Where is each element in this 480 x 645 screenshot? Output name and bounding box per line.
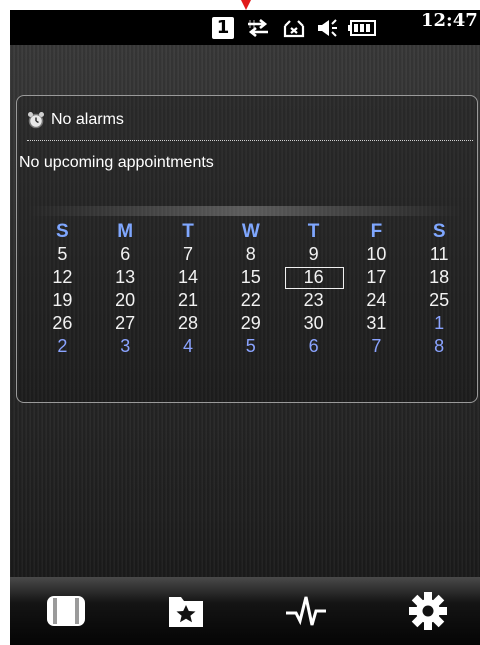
calendar-day-today[interactable]: 16: [282, 266, 345, 289]
calendar-day-next-month[interactable]: 6: [282, 335, 345, 358]
calendar-week: 26 27 28 29 30 31 1: [31, 312, 471, 335]
calendar-divider: [27, 206, 463, 216]
calendar-day[interactable]: 12: [31, 266, 94, 289]
weekday-label: S: [56, 221, 69, 242]
favorites-icon: [169, 597, 203, 627]
cards-button[interactable]: [16, 577, 116, 645]
alarm-text: No alarms: [51, 111, 124, 128]
today-panel[interactable]: No alarms No upcoming appointments S M T…: [16, 95, 478, 403]
calendar-day[interactable]: 26: [31, 312, 94, 335]
calendar-day[interactable]: 15: [219, 266, 282, 289]
calendar-day[interactable]: 13: [94, 266, 157, 289]
weekday-label: W: [241, 221, 260, 242]
calendar-day[interactable]: 6: [94, 243, 157, 266]
calendar-day[interactable]: 28: [157, 312, 220, 335]
calendar-day[interactable]: 31: [345, 312, 408, 335]
settings-button[interactable]: [378, 577, 478, 645]
calendar-day-next-month[interactable]: 3: [94, 335, 157, 358]
sim-badge: 1: [208, 10, 238, 45]
top-marker-arrow: [241, 0, 251, 10]
calendar-day[interactable]: 18: [408, 266, 471, 289]
calendar-day[interactable]: 30: [282, 312, 345, 335]
calendar-day-next-month[interactable]: 8: [408, 335, 471, 358]
calendar-day[interactable]: 5: [31, 243, 94, 266]
pulse-button[interactable]: [256, 577, 356, 645]
calendar-day[interactable]: 25: [408, 289, 471, 312]
calendar-day[interactable]: 7: [157, 243, 220, 266]
calendar-day-next-month[interactable]: 4: [157, 335, 220, 358]
calendar-day-next-month[interactable]: 2: [31, 335, 94, 358]
calendar-day[interactable]: 8: [219, 243, 282, 266]
calendar-day[interactable]: 9: [282, 243, 345, 266]
inbox-icon: [283, 20, 305, 38]
calendar-day[interactable]: 23: [282, 289, 345, 312]
settings-gear-icon: [409, 592, 447, 630]
calendar-day[interactable]: 29: [219, 312, 282, 335]
calendar-day-next-month[interactable]: 1: [408, 312, 471, 335]
calendar-day[interactable]: 11: [408, 243, 471, 266]
calendar-day-next-month[interactable]: 5: [219, 335, 282, 358]
calendar-day[interactable]: 27: [94, 312, 157, 335]
sim-badge-label: 1: [212, 16, 234, 39]
sync-arrows-icon: [248, 18, 268, 38]
appointments-text[interactable]: No upcoming appointments: [19, 154, 214, 172]
weekday-label: M: [117, 221, 134, 242]
calendar-day[interactable]: 22: [219, 289, 282, 312]
calendar-day[interactable]: 21: [157, 289, 220, 312]
calendar-week: 5 6 7 8 9 10 11: [31, 243, 471, 266]
phone-screen: 1 12:47 No alarms No upcoming appointmen…: [10, 10, 480, 645]
calendar-day[interactable]: 20: [94, 289, 157, 312]
battery-icon: [348, 20, 376, 36]
calendar-day[interactable]: 17: [345, 266, 408, 289]
pulse-icon: [286, 596, 326, 626]
status-bar[interactable]: 1 12:47: [10, 10, 480, 45]
calendar-day-next-month[interactable]: 7: [345, 335, 408, 358]
calendar-day[interactable]: 19: [31, 289, 94, 312]
calendar-week: 19 20 21 22 23 24 25: [31, 289, 471, 312]
alarm-row[interactable]: No alarms: [27, 108, 124, 132]
calendar-week: 12 13 14 15 16 17 18: [31, 266, 471, 289]
weekday-label: T: [307, 221, 320, 242]
speaker-icon: [318, 19, 337, 37]
weekday-label: F: [370, 221, 383, 242]
weekday-header: S M T W T F S: [31, 220, 471, 243]
clock-time: 12:47: [421, 10, 478, 31]
weekday-label: S: [432, 221, 446, 242]
weekday-label: T: [182, 221, 194, 242]
calendar-week: 2 3 4 5 6 7 8: [31, 335, 471, 358]
calendar-day[interactable]: 10: [345, 243, 408, 266]
month-calendar[interactable]: S M T W T F S 5 6 7 8 9 10 11 12 13 14 1…: [31, 220, 471, 358]
calendar-day[interactable]: 24: [345, 289, 408, 312]
cards-icon: [47, 596, 85, 626]
separator: [27, 140, 473, 141]
alarm-clock-icon: [28, 112, 44, 129]
favorites-button[interactable]: [136, 577, 236, 645]
calendar-day[interactable]: 14: [157, 266, 220, 289]
bottom-toolbar: [10, 577, 480, 645]
